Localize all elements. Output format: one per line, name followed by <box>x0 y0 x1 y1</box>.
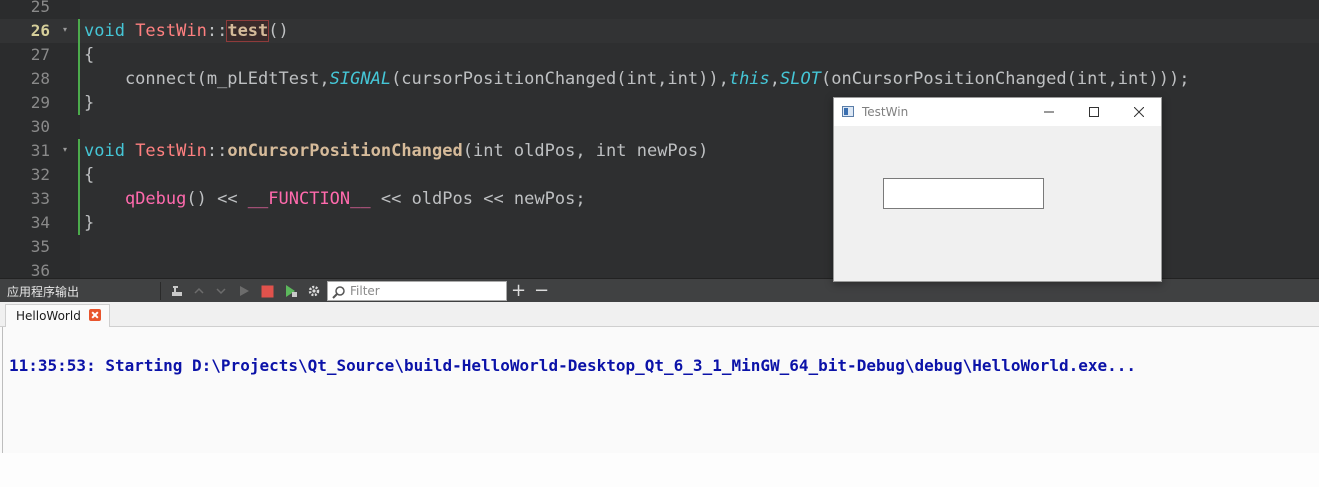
output-tab-strip: HelloWorld <box>0 302 1319 327</box>
code-text: { <box>84 165 95 185</box>
change-marker <box>78 139 80 235</box>
testwin-window[interactable]: TestWin <box>833 97 1162 282</box>
minimize-button[interactable] <box>1026 98 1072 126</box>
output-pane-title: 应用程序输出 <box>7 285 80 299</box>
window-titlebar[interactable]: TestWin <box>834 98 1161 126</box>
debug-run-icon[interactable] <box>282 281 300 301</box>
line-number: 33 <box>30 189 50 208</box>
status-area <box>0 453 1319 487</box>
fold-marker-icon[interactable]: ▾ <box>63 25 67 34</box>
window-icon <box>842 106 854 117</box>
run-icon[interactable] <box>235 281 253 301</box>
line-number: 35 <box>30 237 50 256</box>
window-body <box>834 126 1161 281</box>
change-marker <box>78 19 80 115</box>
close-icon <box>1134 107 1144 117</box>
code-text: connect(m_pLEdtTest,SIGNAL(cursorPositio… <box>84 69 1190 89</box>
line-number: 25 <box>30 0 50 16</box>
code-line: 28 connect(m_pLEdtTest,SIGNAL(cursorPosi… <box>0 67 1319 91</box>
code-text: { <box>84 45 95 65</box>
toolbar-separator <box>160 282 161 300</box>
chevron-up-icon[interactable] <box>190 281 208 301</box>
code-text: void TestWin::test() <box>84 20 289 42</box>
application-output[interactable]: 11:35:53: Starting D:\Projects\Qt_Source… <box>2 327 1319 453</box>
code-line: 25 <box>0 0 1319 19</box>
line-number: 30 <box>30 117 50 136</box>
maximize-icon <box>1089 107 1099 117</box>
output-line: 11:35:53: Starting D:\Projects\Qt_Source… <box>9 356 1137 375</box>
line-number: 32 <box>30 165 50 184</box>
minimize-icon <box>1044 111 1054 113</box>
code-text: void TestWin::onCursorPositionChanged(in… <box>84 141 709 161</box>
zoom-out-button[interactable]: − <box>534 280 549 302</box>
line-number: 26 <box>30 21 50 40</box>
window-title: TestWin <box>862 105 909 119</box>
line-number: 34 <box>30 213 50 232</box>
line-number: 31 <box>30 141 50 160</box>
maximize-button[interactable] <box>1071 98 1117 126</box>
line-number: 27 <box>30 45 50 64</box>
close-icon[interactable] <box>88 309 101 321</box>
code-text: } <box>84 213 95 233</box>
filter-input[interactable] <box>350 283 500 299</box>
code-line: 27 { <box>0 43 1319 67</box>
line-edit-field[interactable] <box>883 178 1044 209</box>
reattach-icon[interactable] <box>168 281 186 301</box>
code-line-current: 26 ▾ void TestWin::test() <box>0 19 1319 43</box>
filter-field[interactable] <box>327 281 507 301</box>
zoom-in-button[interactable]: + <box>511 280 526 302</box>
search-icon <box>332 284 346 303</box>
line-number: 36 <box>30 261 50 278</box>
tab-label: HelloWorld <box>16 309 81 323</box>
gear-icon[interactable] <box>305 281 323 301</box>
code-text: } <box>84 93 95 113</box>
stop-icon[interactable] <box>258 281 276 301</box>
line-number: 29 <box>30 93 50 112</box>
close-button[interactable] <box>1116 98 1162 126</box>
tab-helloworld[interactable]: HelloWorld <box>5 304 110 327</box>
line-number: 28 <box>30 69 50 88</box>
code-text: qDebug() << __FUNCTION__ << oldPos << ne… <box>124 189 586 209</box>
fold-marker-icon[interactable]: ▾ <box>63 145 67 154</box>
chevron-down-icon[interactable] <box>212 281 230 301</box>
